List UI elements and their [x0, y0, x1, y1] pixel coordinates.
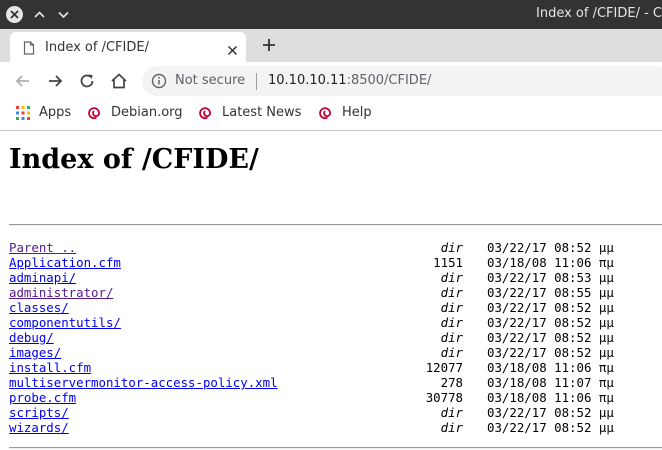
bookmark-label: Apps — [39, 105, 72, 120]
reload-button[interactable] — [78, 72, 96, 94]
entry-link[interactable]: Application.cfm — [9, 255, 121, 270]
entry-size: dir — [440, 285, 463, 300]
entry-size: dir — [440, 300, 463, 315]
entry-date: 03/22/17 08:52 μμ — [487, 405, 614, 420]
top-divider — [9, 224, 662, 226]
entry-size: 1151 — [433, 255, 463, 270]
page-heading: Index of /CFIDE/ — [9, 144, 259, 175]
home-icon — [111, 73, 127, 89]
page-icon — [23, 40, 35, 59]
entry-date: 03/22/17 08:52 μμ — [487, 315, 614, 330]
tab-title: Index of /CFIDE/ — [45, 40, 149, 55]
entry-size: dir — [440, 270, 463, 285]
chevron-up-icon — [34, 11, 45, 18]
entry-link[interactable]: install.cfm — [9, 360, 91, 375]
entry-date: 03/22/17 08:55 μμ — [487, 285, 614, 300]
entry-link[interactable]: probe.cfm — [9, 390, 76, 405]
entry-size: dir — [440, 240, 463, 255]
entry-date: 03/18/08 11:06 πμ — [487, 360, 614, 375]
tab-close-button[interactable] — [227, 41, 238, 60]
entry-link[interactable]: administrator/ — [9, 285, 113, 300]
debian-swirl-icon — [318, 105, 333, 120]
tab-cfide-index[interactable]: Index of /CFIDE/ — [10, 32, 246, 62]
arrow-left-icon — [15, 75, 29, 87]
home-button[interactable] — [110, 72, 128, 94]
entry-size: dir — [440, 330, 463, 345]
url-host: 10.10.10.11 — [268, 73, 347, 88]
window-maximize-button[interactable] — [55, 6, 72, 23]
entry-date: 03/18/08 11:06 πμ — [487, 255, 614, 270]
new-tab-button[interactable] — [261, 37, 277, 57]
entry-link[interactable]: wizards/ — [9, 420, 69, 435]
entry-link[interactable]: classes/ — [9, 300, 69, 315]
entry-link[interactable]: adminapi/ — [9, 270, 76, 285]
tab-strip: Index of /CFIDE/ — [0, 29, 662, 62]
debian-swirl-icon — [87, 105, 102, 120]
entry-date: 03/22/17 08:52 μμ — [487, 345, 614, 360]
entry-size: 30778 — [425, 390, 463, 405]
close-icon — [10, 10, 19, 19]
entry-size: 12077 — [425, 360, 463, 375]
omnibox-divider — [256, 73, 257, 90]
entry-date: 03/22/17 08:52 μμ — [487, 420, 614, 435]
entry-size: dir — [440, 405, 463, 420]
address-bar[interactable]: Not secure 10.10.10.11:8500/CFIDE/ — [142, 66, 662, 96]
browser-toolbar: Not secure 10.10.10.11:8500/CFIDE/ — [0, 62, 662, 100]
entry-link[interactable]: multiservermonitor-access-policy.xml — [9, 375, 278, 390]
bottom-divider — [9, 447, 662, 449]
window-titlebar: Index of /CFIDE/ - C — [0, 0, 662, 29]
info-icon[interactable] — [151, 73, 167, 93]
entry-link[interactable]: debug/ — [9, 330, 54, 345]
window-minimize-button[interactable] — [31, 6, 48, 23]
url-path: :8500/CFIDE/ — [346, 73, 432, 88]
bookmark-label: Help — [342, 105, 372, 120]
entry-date: 03/22/17 08:53 μμ — [487, 270, 614, 285]
bookmarks-bar: Apps Debian.org Latest News Help — [0, 100, 662, 131]
forward-button[interactable] — [46, 72, 64, 94]
entry-size: dir — [440, 345, 463, 360]
window-close-button[interactable] — [6, 6, 23, 23]
chevron-down-icon — [58, 11, 69, 19]
bookmark-apps[interactable]: Apps — [16, 105, 71, 120]
close-icon — [227, 45, 238, 56]
debian-swirl-icon — [198, 105, 213, 120]
entry-size: dir — [440, 420, 463, 435]
url-text[interactable]: 10.10.10.11:8500/CFIDE/ — [268, 73, 431, 88]
bookmark-label: Debian.org — [111, 105, 183, 120]
entry-date: 03/18/08 11:07 πμ — [487, 375, 614, 390]
arrow-right-icon — [49, 75, 63, 87]
entry-link[interactable]: Parent .. — [9, 240, 76, 255]
plus-icon — [263, 39, 275, 51]
back-button[interactable] — [14, 72, 32, 94]
reload-icon — [80, 74, 94, 88]
bookmark-debian-org[interactable]: Debian.org — [87, 105, 183, 120]
entry-date: 03/22/17 08:52 μμ — [487, 330, 614, 345]
bookmark-label: Latest News — [222, 105, 302, 120]
entry-size: 278 — [440, 375, 463, 390]
entry-date: 03/22/17 08:52 μμ — [487, 240, 614, 255]
bookmark-latest-news[interactable]: Latest News — [198, 105, 301, 120]
apps-grid-icon — [16, 105, 30, 120]
entry-link[interactable]: componentutils/ — [9, 315, 121, 330]
entry-size: dir — [440, 315, 463, 330]
entry-date: 03/22/17 08:52 μμ — [487, 300, 614, 315]
entry-date: 03/18/08 11:06 πμ — [487, 390, 614, 405]
security-status[interactable]: Not secure — [175, 73, 245, 88]
entry-link[interactable]: images/ — [9, 345, 61, 360]
page-content: Index of /CFIDE/ Parent .. dir 03/22/17 08… — [0, 132, 662, 450]
window-title: Index of /CFIDE/ - C — [536, 6, 662, 21]
bookmark-help[interactable]: Help — [318, 105, 372, 120]
entry-link[interactable]: scripts/ — [9, 405, 69, 420]
